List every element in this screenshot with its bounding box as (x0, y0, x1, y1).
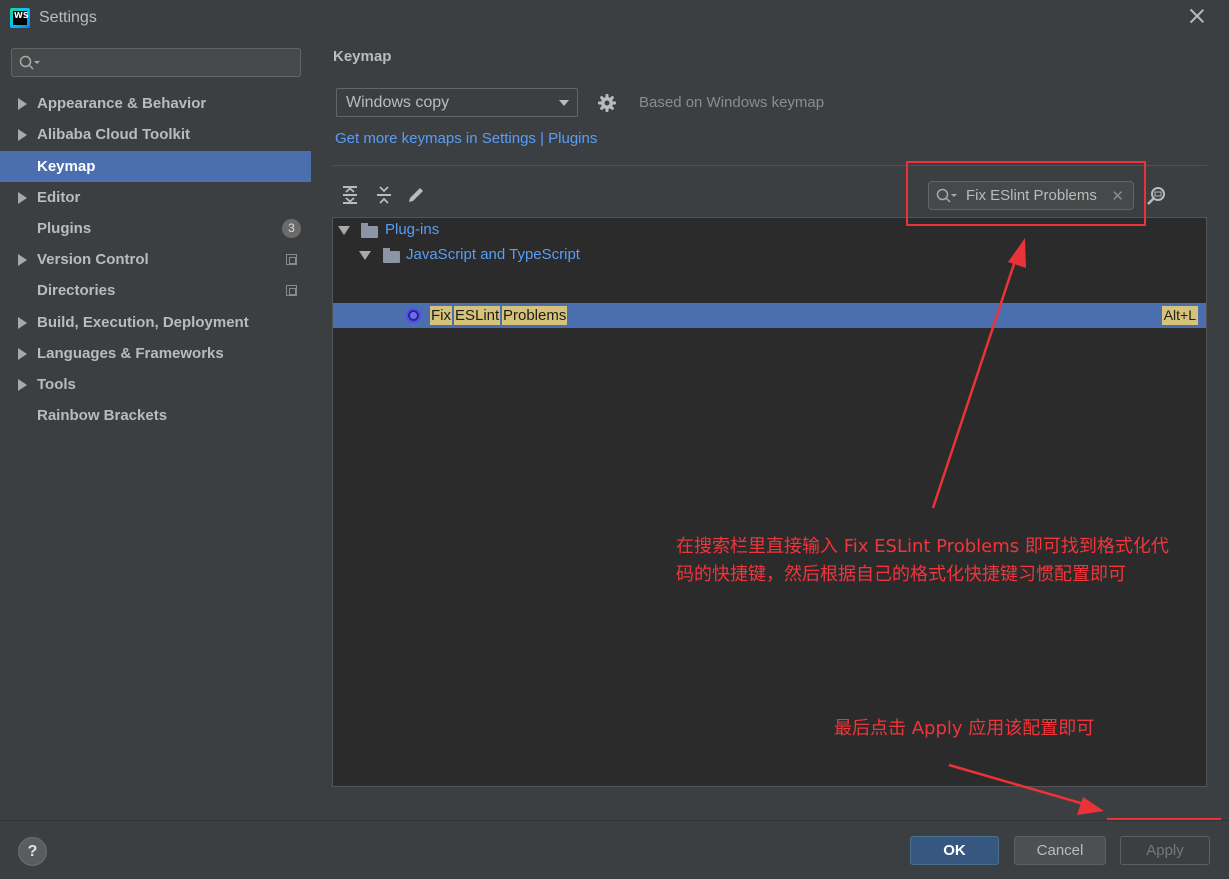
sidebar-item-label: Alibaba Cloud Toolkit (37, 126, 191, 143)
cancel-button[interactable]: Cancel (1014, 836, 1106, 865)
annotation-note-line1: 在搜索栏里直接输入 Fix ESLint Problems 即可找到格式化代 (676, 536, 1169, 557)
expand-arrow-icon[interactable] (18, 379, 27, 391)
search-icon (19, 55, 40, 70)
collapse-arrow-icon[interactable] (338, 226, 350, 235)
expand-arrow-icon[interactable] (18, 317, 27, 329)
edit-shortcut-icon[interactable] (405, 184, 427, 206)
sidebar-item-directories[interactable]: Directories (0, 275, 311, 306)
expand-all-icon[interactable] (339, 184, 361, 206)
expand-arrow-icon[interactable] (18, 98, 27, 110)
sidebar-item-version-control[interactable]: Version Control (0, 244, 311, 275)
eslint-action-icon (406, 308, 421, 323)
settings-sidebar: Appearance & Behavior Alibaba Cloud Tool… (0, 36, 311, 820)
expand-arrow-icon[interactable] (18, 254, 27, 266)
expand-arrow-icon[interactable] (18, 192, 27, 204)
sidebar-item-rainbow-brackets[interactable]: Rainbow Brackets (0, 400, 311, 431)
tree-label: Plug-ins (385, 221, 440, 238)
based-on-label: Based on Windows keymap (639, 94, 825, 111)
sidebar-item-label: Version Control (37, 251, 149, 268)
folder-icon (383, 248, 400, 263)
gear-icon[interactable] (597, 93, 617, 113)
collapse-all-icon[interactable] (373, 184, 395, 206)
keymap-action-tree: Plug-ins JavaScript and TypeScript Fix E… (332, 217, 1207, 787)
settings-search-input[interactable] (11, 48, 301, 77)
window-title: Settings (39, 9, 97, 26)
tree-row-fix-eslint-problems[interactable]: Fix ESLint Problems Alt+L (333, 303, 1206, 328)
plugins-update-badge: 3 (282, 219, 301, 238)
tree-row-javascript-typescript[interactable]: JavaScript and TypeScript (333, 243, 1206, 268)
match-highlight: ESLint (454, 306, 501, 325)
title-bar: WS Settings (0, 0, 1229, 36)
match-highlight: Problems (502, 306, 568, 325)
sidebar-item-plugins[interactable]: Plugins 3 (0, 213, 311, 244)
find-by-shortcut-icon[interactable] (1146, 186, 1168, 206)
ok-button[interactable]: OK (910, 836, 999, 865)
more-keymaps-link[interactable]: Get more keymaps in Settings | Plugins (335, 130, 597, 147)
sidebar-item-keymap[interactable]: Keymap (0, 151, 311, 182)
sidebar-item-label: Directories (37, 282, 116, 299)
sidebar-item-label: Tools (37, 376, 76, 393)
annotation-box-search (906, 161, 1146, 226)
sidebar-item-appearance-behavior[interactable]: Appearance & Behavior (0, 88, 311, 119)
match-highlight: Fix (430, 306, 452, 325)
sidebar-item-label: Build, Execution, Deployment (37, 314, 249, 331)
sidebar-item-label: Rainbow Brackets (37, 407, 168, 424)
expand-arrow-icon[interactable] (18, 129, 27, 141)
folder-icon (361, 223, 378, 238)
keymap-panel: Keymap Windows copy Based on Windows key… (311, 36, 1229, 820)
webstorm-app-icon: WS (10, 8, 30, 28)
sidebar-item-alibaba-cloud-toolkit[interactable]: Alibaba Cloud Toolkit (0, 119, 311, 150)
sidebar-item-languages-frameworks[interactable]: Languages & Frameworks (0, 338, 311, 369)
expand-arrow-icon[interactable] (18, 348, 27, 360)
sidebar-item-build-execution-deployment[interactable]: Build, Execution, Deployment (0, 307, 311, 338)
sidebar-item-label: Keymap (37, 158, 96, 175)
sidebar-item-tools[interactable]: Tools (0, 369, 311, 400)
sidebar-item-label: Editor (37, 189, 81, 206)
project-level-icon (286, 254, 297, 265)
annotation-note-apply: 最后点击 Apply 应用该配置即可 (834, 718, 1095, 739)
sidebar-item-label: Plugins (37, 220, 92, 237)
keymap-select-value: Windows copy (346, 94, 450, 111)
close-icon[interactable] (1187, 6, 1207, 26)
chevron-down-icon (559, 100, 569, 106)
tree-label: JavaScript and TypeScript (406, 246, 580, 263)
collapse-arrow-icon[interactable] (359, 251, 371, 260)
page-title: Keymap (333, 48, 392, 65)
sidebar-item-label: Languages & Frameworks (37, 345, 224, 362)
shortcut-label: Alt+L (1161, 306, 1198, 325)
project-level-icon (286, 285, 297, 296)
apply-button[interactable]: Apply (1120, 836, 1210, 865)
annotation-note-line2: 码的快捷键，然后根据自己的格式化快捷键习惯配置即可 (676, 564, 1126, 585)
keymap-select[interactable]: Windows copy (336, 88, 578, 117)
dialog-button-bar: ? OK Cancel Apply (0, 820, 1229, 879)
sidebar-item-editor[interactable]: Editor (0, 182, 311, 213)
sidebar-item-label: Appearance & Behavior (37, 95, 207, 112)
help-button[interactable]: ? (18, 837, 47, 866)
